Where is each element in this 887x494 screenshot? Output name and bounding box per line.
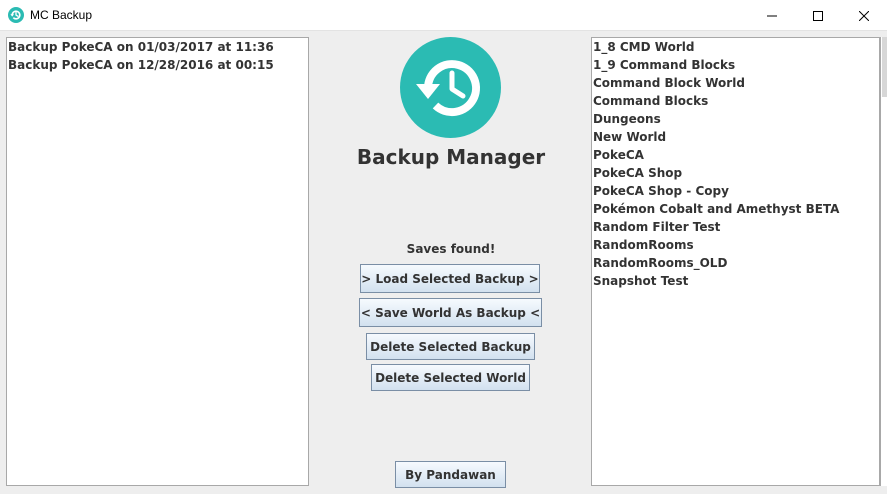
- close-icon: [859, 10, 869, 21]
- maximize-button[interactable]: [795, 0, 841, 31]
- scrollbar-thumb[interactable]: [882, 37, 887, 97]
- close-button[interactable]: [841, 0, 887, 31]
- world-list-item[interactable]: 1_8 CMD World: [592, 38, 879, 56]
- delete-world-button[interactable]: Delete Selected World: [371, 364, 530, 391]
- backup-list[interactable]: Backup PokeCA on 01/03/2017 at 11:36 Bac…: [7, 38, 308, 74]
- window-content: Backup PokeCA on 01/03/2017 at 11:36 Bac…: [0, 31, 887, 494]
- minimize-button[interactable]: [749, 0, 795, 31]
- world-list-item[interactable]: RandomRooms: [592, 236, 879, 254]
- world-list-item[interactable]: Command Block World: [592, 74, 879, 92]
- world-list-scrollbar[interactable]: [880, 37, 887, 486]
- world-list-item[interactable]: RandomRooms_OLD: [592, 254, 879, 272]
- delete-backup-button[interactable]: Delete Selected Backup: [366, 333, 535, 360]
- world-list-item[interactable]: Snapshot Test: [592, 272, 879, 290]
- world-list-item[interactable]: PokeCA Shop: [592, 164, 879, 182]
- backup-restore-clock-icon: [400, 37, 501, 138]
- window-title: MC Backup: [30, 8, 93, 22]
- app-heading: Backup Manager: [356, 145, 546, 169]
- maximize-icon: [813, 10, 823, 21]
- world-list-item[interactable]: Pokémon Cobalt and Amethyst BETA: [592, 200, 879, 218]
- title-bar: MC Backup: [0, 0, 887, 31]
- minimize-icon: [767, 15, 777, 16]
- world-list-item[interactable]: 1_9 Command Blocks: [592, 56, 879, 74]
- load-backup-button[interactable]: > Load Selected Backup >: [360, 264, 540, 293]
- backup-list-item[interactable]: Backup PokeCA on 01/03/2017 at 11:36: [7, 38, 308, 56]
- world-list-item[interactable]: Dungeons: [592, 110, 879, 128]
- world-list-item[interactable]: New World: [592, 128, 879, 146]
- save-world-as-backup-button[interactable]: < Save World As Backup <: [359, 298, 542, 327]
- world-list-item[interactable]: PokeCA Shop - Copy: [592, 182, 879, 200]
- world-list-item[interactable]: PokeCA: [592, 146, 879, 164]
- status-text: Saves found!: [406, 242, 496, 256]
- world-list[interactable]: 1_8 CMD World 1_9 Command Blocks Command…: [592, 38, 879, 290]
- backup-list-panel[interactable]: Backup PokeCA on 01/03/2017 at 11:36 Bac…: [6, 37, 309, 486]
- world-list-panel[interactable]: 1_8 CMD World 1_9 Command Blocks Command…: [591, 37, 880, 486]
- backup-list-item[interactable]: Backup PokeCA on 12/28/2016 at 00:15: [7, 56, 308, 74]
- world-list-item[interactable]: Command Blocks: [592, 92, 879, 110]
- app-logo-icon: [8, 7, 24, 23]
- world-list-item[interactable]: Random Filter Test: [592, 218, 879, 236]
- author-button[interactable]: By Pandawan: [395, 461, 506, 488]
